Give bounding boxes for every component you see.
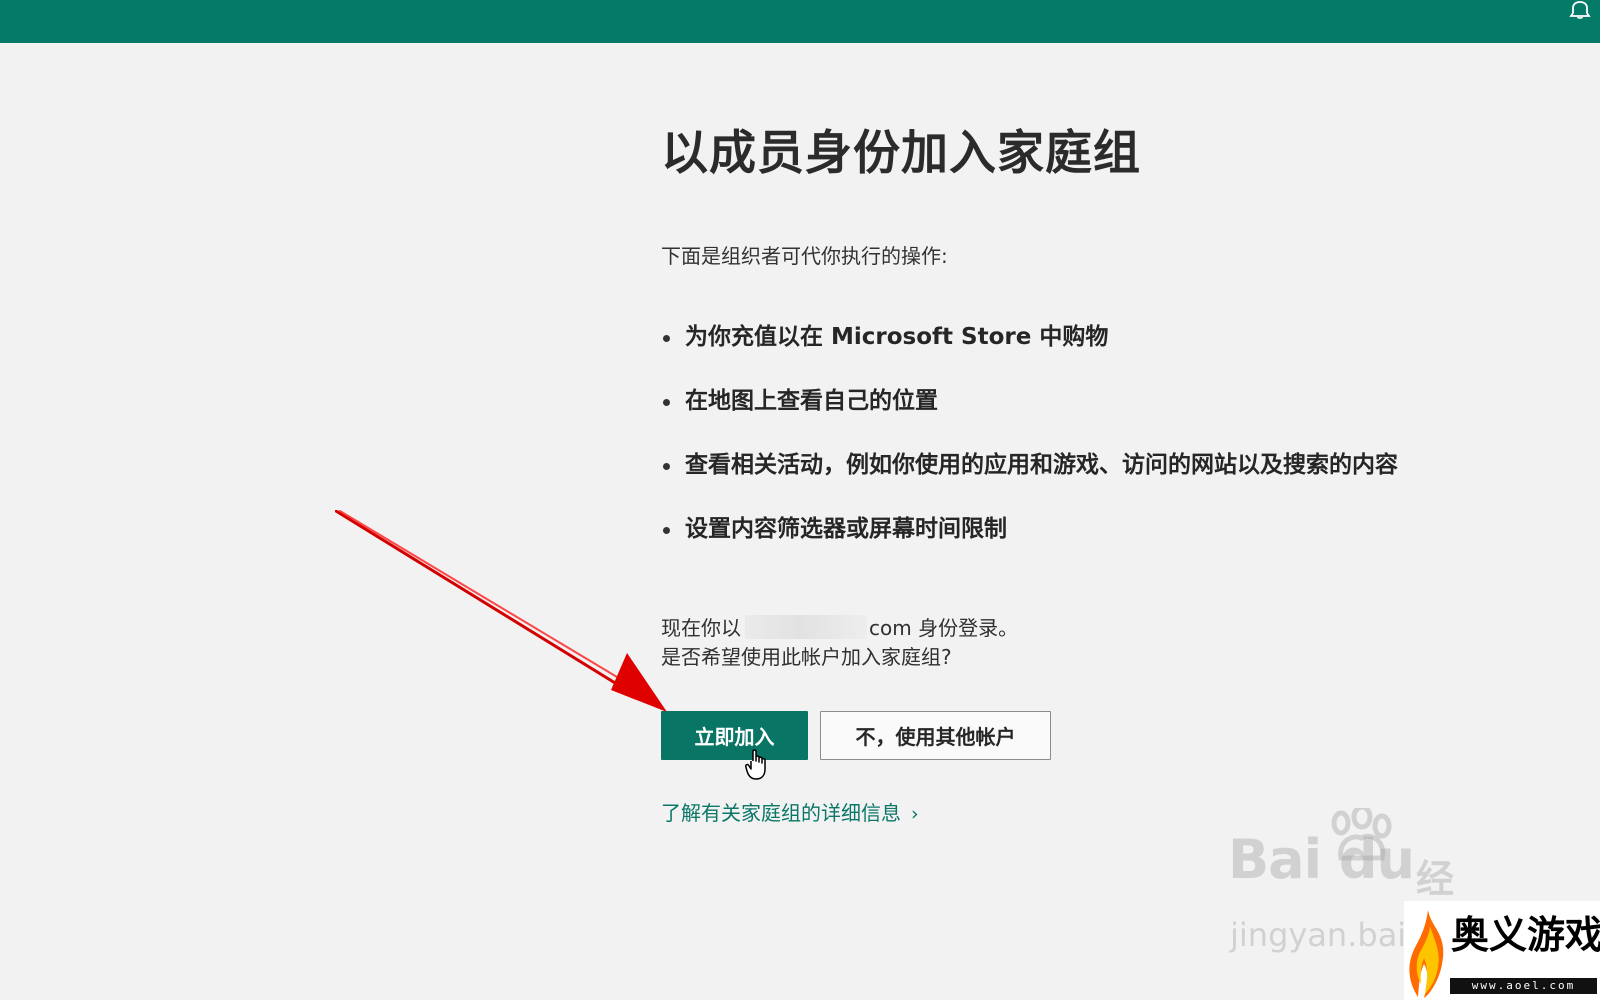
bell-icon[interactable]	[1568, 0, 1592, 20]
site-url: www.aoel.com	[1450, 978, 1597, 994]
baidu-wordmark: Bai du	[1228, 828, 1415, 891]
join-question: 是否希望使用此帐户加入家庭组?	[661, 645, 952, 669]
baidu-watermark: Bai du 经验 jingyan.baidu.com	[1228, 808, 1525, 956]
permission-item: 设置内容筛选器或屏幕时间限制	[661, 508, 1398, 572]
signed-in-suffix: com 身份登录。	[869, 616, 1019, 640]
paw-icon	[1331, 808, 1392, 861]
permission-list: 为你充值以在 Microsoft Store 中购物 在地图上查看自己的位置 查…	[661, 316, 1398, 572]
use-other-account-label: 不，使用其他帐户	[855, 725, 1016, 749]
site-logo: 奥义游戏网 www.aoel.com	[1404, 901, 1600, 1000]
signed-in-prefix: 现在你以	[661, 616, 741, 640]
join-family-panel: 以成员身份加入家庭组 下面是组织者可代你执行的操作: 为你充值以在 Micros…	[661, 118, 1541, 825]
learn-more-link[interactable]: 了解有关家庭组的详细信息 ›	[661, 798, 919, 829]
organizer-actions-intro: 下面是组织者可代你执行的操作:	[661, 244, 948, 268]
account-message: 现在你以 com 身份登录。 是否希望使用此帐户加入家庭组?	[661, 614, 1018, 672]
top-bar	[0, 0, 1600, 43]
permission-item: 在地图上查看自己的位置	[661, 380, 1398, 444]
use-other-account-button[interactable]: 不，使用其他帐户	[820, 711, 1051, 760]
masked-account-name	[745, 615, 867, 639]
learn-more-label: 了解有关家庭组的详细信息	[661, 801, 901, 825]
flame-icon	[1409, 910, 1444, 998]
chevron-right-icon: ›	[911, 803, 919, 825]
permission-item: 查看相关活动，例如你使用的应用和游戏、访问的网站以及搜索的内容	[661, 444, 1398, 508]
red-arrow-icon	[335, 510, 667, 712]
join-now-label: 立即加入	[694, 725, 775, 749]
join-actions: 立即加入 不，使用其他帐户	[661, 711, 1051, 780]
join-now-button[interactable]: 立即加入	[661, 711, 808, 780]
page-title: 以成员身份加入家庭组	[661, 126, 1141, 181]
site-name: 奥义游戏网	[1451, 912, 1600, 957]
permission-item: 为你充值以在 Microsoft Store 中购物	[661, 316, 1398, 380]
hand-cursor-icon	[745, 749, 766, 780]
